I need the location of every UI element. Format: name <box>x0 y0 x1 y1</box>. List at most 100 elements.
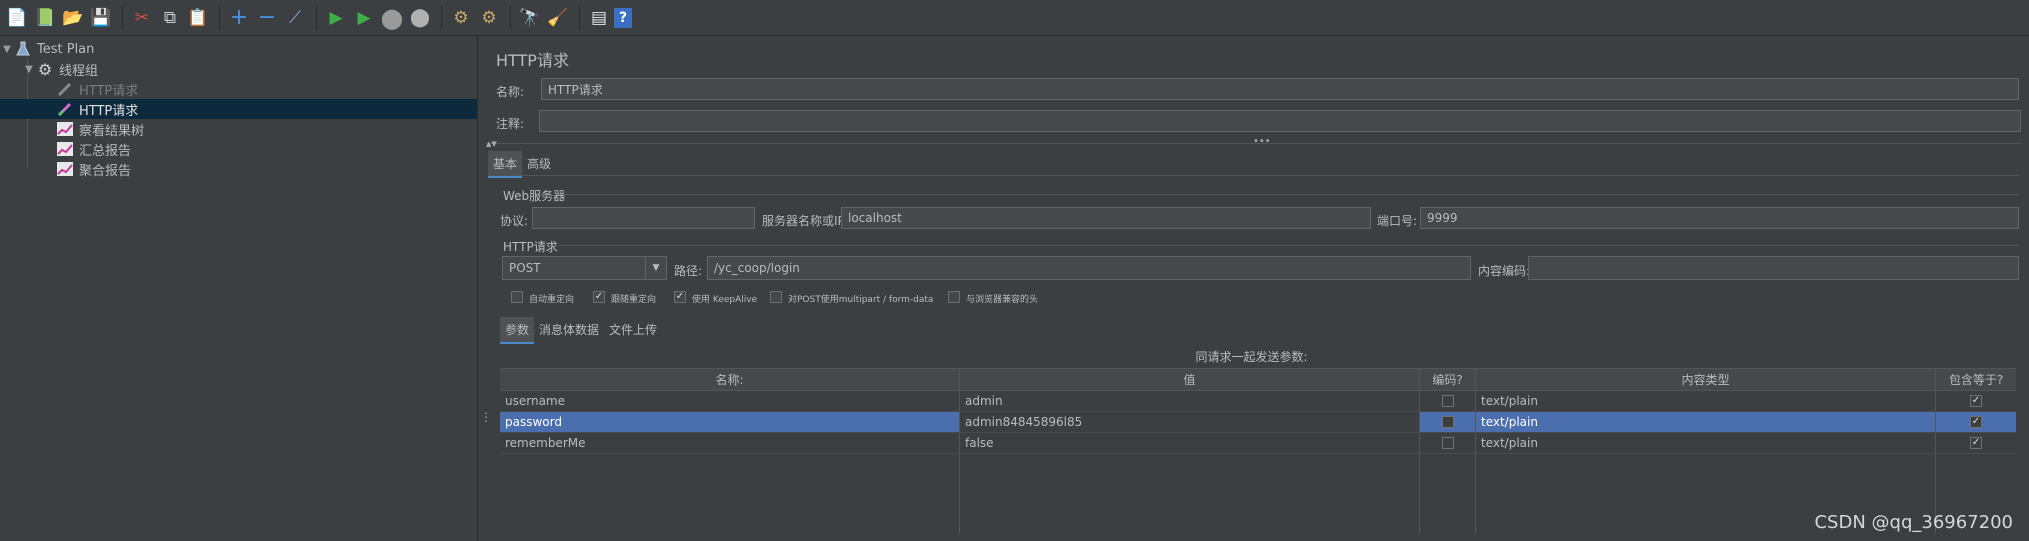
drag-handle-icon[interactable]: ••• <box>1253 136 1271 147</box>
name-label: 名称: <box>496 85 525 99</box>
browser-headers-label: 与浏览器兼容的头 <box>966 295 1039 305</box>
cut-icon[interactable]: ✂ <box>129 5 155 31</box>
main-tabs: 基本 高级 <box>488 151 556 178</box>
tab-underline <box>488 175 2019 176</box>
http-request-section-title: HTTP请求 <box>503 240 558 254</box>
search-icon[interactable]: 🔭 <box>517 5 543 31</box>
reset-search-icon[interactable]: 🧹 <box>545 5 571 31</box>
table-row[interactable]: rememberMe false text/plain ✓ <box>500 433 2016 454</box>
tab-basic[interactable]: 基本 <box>488 151 523 178</box>
param-value-cell[interactable]: admin <box>960 391 1420 411</box>
name-field[interactable]: HTTP请求 <box>541 78 2019 100</box>
collapse-icon[interactable]: − <box>254 5 280 31</box>
tree-item-summary-report[interactable]: 汇总报告 <box>0 139 477 159</box>
table-row-selected[interactable]: password admin84845896l85 text/plain ✓ <box>500 412 2016 433</box>
tree-item-label: Test Plan <box>37 41 95 57</box>
path-field[interactable]: /yc_coop/login <box>707 256 1471 280</box>
chevron-down-icon[interactable]: ▼ <box>645 257 666 279</box>
column-header-value[interactable]: 值 <box>960 369 1420 390</box>
tree-item-thread-group[interactable]: ▼ ⚙ 线程组 <box>0 59 477 79</box>
toggle-icon[interactable]: ⟋ <box>282 5 308 31</box>
section-line <box>558 245 2019 246</box>
parameters-table: 名称: 值 编码? 内容类型 包含等于? username admin text… <box>500 368 2016 534</box>
tree-item-test-plan[interactable]: ▼ Test Plan <box>0 39 477 59</box>
tree-item-aggregate-report[interactable]: 聚合报告 <box>0 159 477 179</box>
param-value-cell[interactable]: admin84845896l85 <box>960 412 1420 432</box>
path-label: 路径: <box>674 264 703 278</box>
split-divider[interactable]: ▲▼ ••• <box>486 136 2021 151</box>
include-equals-checkbox[interactable]: ✓ <box>1970 416 1982 428</box>
tab-parameters[interactable]: 参数 <box>500 317 535 344</box>
protocol-field[interactable] <box>532 207 755 229</box>
pipette-icon <box>56 101 74 117</box>
include-equals-checkbox[interactable]: ✓ <box>1970 395 1982 407</box>
include-equals-checkbox[interactable]: ✓ <box>1970 437 1982 449</box>
column-header-content-type[interactable]: 内容类型 <box>1476 369 1936 390</box>
auto-redirect-checkbox[interactable] <box>511 291 523 303</box>
encode-checkbox[interactable] <box>1441 416 1454 428</box>
function-helper-icon[interactable]: ▤ <box>586 5 612 31</box>
templates-icon[interactable]: 📗 <box>32 5 58 31</box>
splitter-handle-icon[interactable]: ⋮ <box>480 410 492 424</box>
pipette-icon <box>56 81 74 97</box>
save-icon[interactable]: 💾 <box>88 5 114 31</box>
new-icon[interactable]: 📄 <box>4 5 30 31</box>
collapse-arrows-icon[interactable]: ▲▼ <box>486 140 497 148</box>
param-name-cell[interactable]: username <box>500 391 960 411</box>
encode-checkbox[interactable] <box>1441 437 1454 449</box>
table-row[interactable]: username admin text/plain ✓ <box>500 391 2016 412</box>
column-header-include-equals[interactable]: 包含等于? <box>1936 369 2016 390</box>
clear-all-icon[interactable]: ⚙ <box>476 5 502 31</box>
multipart-checkbox[interactable] <box>770 291 782 303</box>
paste-icon[interactable]: 📋 <box>185 5 211 31</box>
follow-redirect-label: 跟随重定向 <box>611 295 657 305</box>
tab-advanced[interactable]: 高级 <box>522 151 556 178</box>
keepalive-checkbox[interactable]: ✓ <box>674 291 686 303</box>
clear-icon[interactable]: ⚙ <box>448 5 474 31</box>
parameter-tabs: 参数 消息体数据 文件上传 <box>500 317 662 344</box>
chevron-down-icon[interactable]: ▼ <box>22 64 36 75</box>
encode-cell <box>1420 412 1476 432</box>
param-value-cell[interactable]: false <box>960 433 1420 453</box>
method-select[interactable]: POST ▼ <box>502 256 667 280</box>
comment-label: 注释: <box>496 117 525 131</box>
browser-headers-checkbox[interactable] <box>948 291 960 303</box>
toolbar-separator <box>510 5 511 30</box>
column-header-name[interactable]: 名称: <box>500 369 960 390</box>
chart-icon <box>56 141 74 157</box>
tree-item-view-results-tree[interactable]: 察看结果树 <box>0 119 477 139</box>
param-name-cell[interactable]: rememberMe <box>500 433 960 453</box>
help-icon[interactable]: ? <box>614 7 632 28</box>
open-icon[interactable]: 📂 <box>60 5 86 31</box>
protocol-label: 协议: <box>500 214 529 228</box>
start-no-pause-icon[interactable]: ▶ <box>351 5 377 31</box>
content-type-cell[interactable]: text/plain <box>1476 391 1936 411</box>
page-title: HTTP请求 <box>496 51 569 70</box>
column-header-encode[interactable]: 编码? <box>1420 369 1476 390</box>
follow-redirect-checkbox[interactable]: ✓ <box>593 291 605 303</box>
encode-checkbox[interactable] <box>1441 395 1454 407</box>
copy-icon[interactable]: ⧉ <box>157 5 183 31</box>
content-encoding-field[interactable] <box>1528 256 2019 280</box>
section-line <box>563 194 2019 195</box>
param-name-cell[interactable]: password <box>500 412 960 432</box>
server-field[interactable]: localhost <box>841 207 1371 229</box>
tree-item-http-request-disabled[interactable]: HTTP请求 <box>0 79 477 99</box>
chevron-down-icon[interactable]: ▼ <box>0 44 14 55</box>
tab-files-upload[interactable]: 文件上传 <box>604 317 662 344</box>
keepalive-label: 使用 KeepAlive <box>692 295 758 305</box>
expand-icon[interactable]: + <box>226 5 252 31</box>
start-icon[interactable]: ▶ <box>323 5 349 31</box>
auto-redirect-label: 自动重定向 <box>529 295 575 305</box>
tab-body-data[interactable]: 消息体数据 <box>534 317 604 344</box>
content-type-cell[interactable]: text/plain <box>1476 433 1936 453</box>
table-empty-area <box>500 454 2016 534</box>
include-equals-cell: ✓ <box>1936 412 2016 432</box>
comment-field[interactable] <box>539 110 2021 132</box>
stop-icon[interactable]: ⬤ <box>379 5 405 31</box>
tree-item-http-request[interactable]: HTTP请求 <box>0 99 477 119</box>
content-type-cell[interactable]: text/plain <box>1476 412 1936 432</box>
port-field[interactable]: 9999 <box>1420 207 2019 229</box>
shutdown-icon[interactable]: ⬤ <box>407 5 433 31</box>
web-server-section-title: Web服务器 <box>503 189 566 203</box>
